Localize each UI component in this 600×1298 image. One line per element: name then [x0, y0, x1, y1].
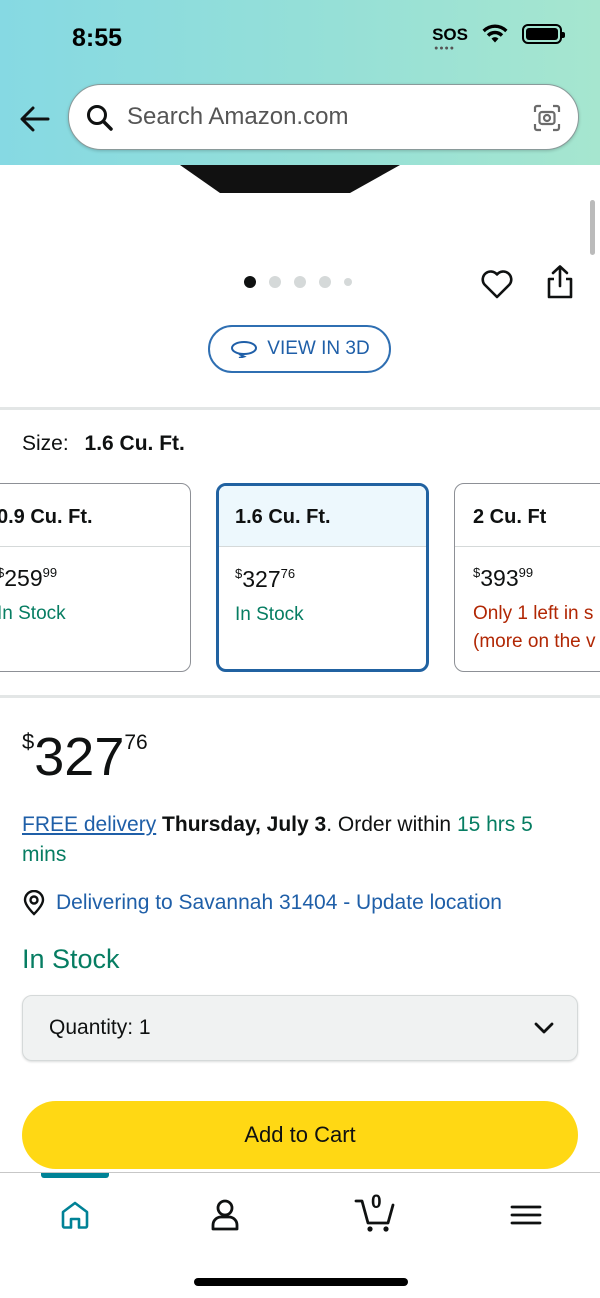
size-option-stock: Only 1 left in s (more on the v [455, 592, 600, 656]
selected-size-value: 1.6 Cu. Ft. [84, 432, 185, 455]
carousel-dot[interactable] [319, 276, 331, 288]
rotate-3d-icon [231, 341, 258, 358]
active-tab-indicator [41, 1173, 109, 1178]
carousel-dot[interactable] [294, 276, 306, 288]
view-in-3d-label: VIEW IN 3D [267, 338, 370, 359]
carousel-dot[interactable] [269, 276, 281, 288]
wifi-icon [482, 24, 508, 43]
price-cents: 76 [124, 731, 148, 754]
search-icon [87, 105, 113, 131]
quantity-value: 1 [138, 1016, 151, 1039]
price-cents: 76 [280, 566, 296, 581]
low-stock-line: (more on the v [473, 631, 596, 652]
low-stock-line: Only 1 left in s [473, 603, 594, 624]
carousel-dot[interactable] [244, 276, 256, 288]
view-in-3d-button[interactable]: VIEW IN 3D [208, 325, 391, 373]
free-delivery-link[interactable]: FREE delivery [22, 813, 156, 836]
section-divider [0, 695, 600, 698]
status-icons: SOS ●●●● [432, 24, 565, 52]
product-image[interactable] [180, 165, 400, 195]
share-icon[interactable] [544, 264, 576, 300]
search-input[interactable] [127, 85, 527, 149]
status-time: 8:55 [72, 24, 123, 52]
price-whole: 259 [4, 565, 43, 591]
size-option-name: 2 Cu. Ft [455, 484, 600, 547]
product-price: $32776 [22, 730, 148, 784]
size-option-price: $25999 [0, 547, 190, 592]
section-divider [0, 407, 600, 410]
location-text: Delivering to Savannah 31404 - Update lo… [56, 891, 502, 914]
delivery-date: Thursday, July 3 [162, 813, 327, 836]
image-carousel-dots [244, 276, 352, 288]
chevron-down-icon [534, 1022, 554, 1034]
battery-icon [522, 24, 565, 44]
size-selector-label: Size: 1.6 Cu. Ft. [22, 432, 185, 456]
search-bar[interactable] [68, 84, 579, 150]
size-option-price: $32776 [219, 547, 426, 593]
carousel-dot[interactable] [344, 278, 352, 286]
size-option-stock: In Stock [235, 604, 304, 625]
home-icon[interactable] [55, 1195, 95, 1235]
size-option-price: $39399 [455, 547, 600, 592]
size-option-card-selected[interactable]: 1.6 Cu. Ft. $32776 In Stock [216, 483, 429, 672]
heart-icon[interactable] [480, 268, 514, 300]
sos-indicator: SOS ●●●● [432, 24, 468, 52]
currency-symbol: $ [22, 729, 35, 754]
price-whole: 327 [242, 566, 281, 592]
price-whole: 393 [480, 565, 519, 591]
location-pin-icon [23, 890, 45, 916]
order-within-text: . Order within [326, 813, 457, 836]
cart-button[interactable]: 0 [354, 1189, 400, 1235]
size-option-card[interactable]: 0.9 Cu. Ft. $25999 In Stock [0, 483, 191, 672]
delivery-info: FREE delivery Thursday, July 3. Order wi… [22, 810, 582, 870]
camera-icon[interactable] [532, 103, 562, 133]
quantity-label: Quantity: [49, 1016, 134, 1039]
price-cents: 99 [42, 565, 58, 580]
bottom-navigation: 0 [0, 1172, 600, 1298]
sos-label: SOS [432, 24, 468, 44]
cart-count: 0 [371, 1192, 382, 1213]
account-icon[interactable] [205, 1195, 245, 1235]
home-indicator[interactable] [194, 1278, 408, 1286]
delivery-location-link[interactable]: Delivering to Savannah 31404 - Update lo… [22, 890, 502, 916]
quantity-dropdown[interactable]: Quantity: 1 [22, 995, 578, 1061]
size-label: Size: [22, 432, 69, 455]
back-arrow-icon[interactable] [18, 102, 52, 136]
size-option-name: 1.6 Cu. Ft. [219, 486, 426, 547]
scrollbar[interactable] [590, 200, 595, 255]
availability-status: In Stock [22, 944, 120, 974]
size-option-stock: In Stock [0, 603, 66, 624]
size-option-name: 0.9 Cu. Ft. [0, 484, 190, 547]
menu-icon[interactable] [506, 1195, 546, 1235]
add-to-cart-button[interactable]: Add to Cart [22, 1101, 578, 1169]
signal-dots-icon: ●●●● [434, 44, 456, 52]
price-cents: 99 [518, 565, 534, 580]
price-whole: 327 [34, 727, 125, 787]
header: 8:55 SOS ●●●● [0, 0, 600, 165]
size-option-card[interactable]: 2 Cu. Ft $39399 Only 1 left in s (more o… [454, 483, 600, 672]
